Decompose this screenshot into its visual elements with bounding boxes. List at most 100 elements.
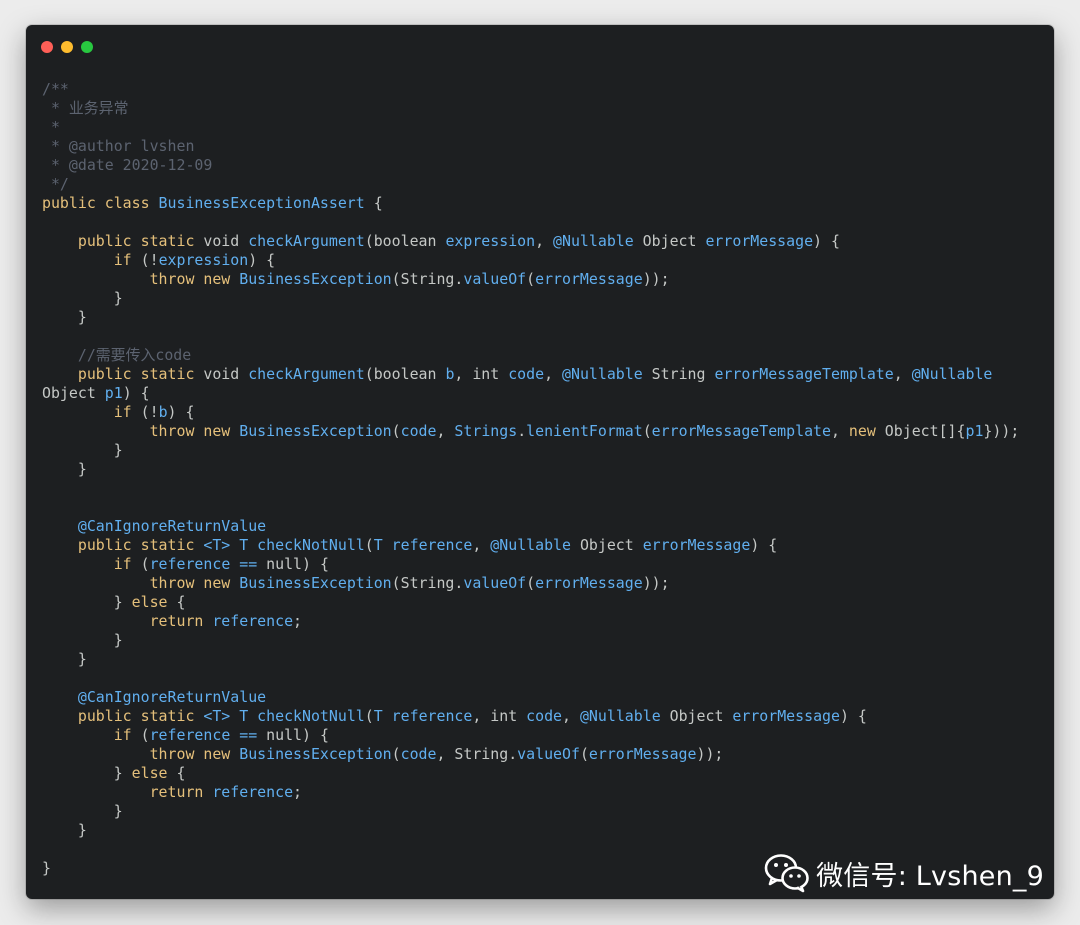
code-token: return	[42, 783, 213, 801]
code-token: (!	[140, 403, 159, 421]
code-line: if (!expression) {	[42, 251, 1019, 270]
code-token: if	[42, 726, 141, 744]
code-token: Object	[633, 232, 706, 250]
code-token: (	[642, 422, 652, 440]
code-line: throw new BusinessException(String.value…	[42, 270, 1019, 289]
code-token: T	[373, 536, 392, 554]
code-line: }	[42, 631, 1019, 650]
code-token: errorMessageTemplate	[651, 422, 831, 440]
code-token: ) {	[248, 251, 276, 269]
code-line: }	[42, 308, 1019, 327]
code-token: throw new	[42, 745, 240, 763]
code-line: }	[42, 441, 1019, 460]
code-window: /** * 业务异常 * * @author lvshen * @date 20…	[26, 25, 1054, 899]
code-token: @Nullable	[490, 536, 571, 554]
maximize-dot-icon[interactable]	[81, 41, 93, 53]
code-token: * 业务异常	[42, 99, 129, 117]
code-token: checkNotNull	[257, 536, 365, 554]
code-token: reference	[212, 612, 294, 630]
code-token: checkArgument	[248, 232, 365, 250]
code-token: * @author lvshen	[42, 137, 195, 155]
code-line: } else {	[42, 764, 1019, 783]
code-token: valueOf	[463, 574, 527, 592]
code-token: else	[131, 593, 177, 611]
code-token: BusinessException	[239, 745, 392, 763]
code-token: (!	[140, 251, 159, 269]
code-token: BusinessException	[239, 574, 392, 592]
code-token: BusinessException	[239, 422, 392, 440]
code-token: <T> T	[203, 536, 258, 554]
code-token: ,	[535, 232, 554, 250]
code-token: if	[42, 251, 141, 269]
code-token: String	[642, 365, 715, 383]
code-token: ,	[893, 365, 912, 383]
code-token: ) {	[839, 707, 867, 725]
code-token: code	[508, 365, 545, 383]
code-line: * @date 2020-12-09	[42, 156, 1019, 175]
code-token: , int	[472, 707, 527, 725]
code-token: }	[42, 308, 87, 326]
code-token: public static	[42, 536, 204, 554]
code-token: (	[364, 536, 374, 554]
code-token: ,	[562, 707, 580, 725]
code-token: Object	[570, 536, 643, 554]
code-token: @Nullable	[553, 232, 634, 250]
code-token: code	[400, 745, 437, 763]
code-token: ;	[293, 783, 302, 801]
code-token: }	[42, 593, 132, 611]
code-token: errorMessage	[732, 707, 840, 725]
code-token: public static	[42, 365, 204, 383]
code-token: errorMessageTemplate	[714, 365, 894, 383]
code-token: ,	[830, 422, 849, 440]
code-token: }	[42, 441, 123, 459]
code-line: return reference;	[42, 783, 1019, 802]
code-token: ;	[293, 612, 302, 630]
code-token: (	[140, 555, 150, 573]
code-token: reference	[391, 536, 473, 554]
close-dot-icon[interactable]	[41, 41, 53, 53]
code-line: Object p1) {	[42, 384, 1019, 403]
code-token: }));	[983, 422, 1020, 440]
code-token: (String.	[391, 270, 464, 288]
code-token: lenientFormat	[526, 422, 643, 440]
code-token: reference	[391, 707, 473, 725]
code-line: * @author lvshen	[42, 137, 1019, 156]
code-token: }	[42, 764, 132, 782]
code-token: (	[579, 745, 589, 763]
code-token: (String.	[391, 574, 464, 592]
window-controls	[41, 41, 93, 53]
code-token: ,	[472, 536, 491, 554]
code-line: }	[42, 802, 1019, 821]
code-token: }	[42, 631, 123, 649]
code-token: code	[526, 707, 563, 725]
minimize-dot-icon[interactable]	[61, 41, 73, 53]
code-token: ) {	[750, 536, 778, 554]
code-token: (boolean	[364, 232, 446, 250]
code-line: public class BusinessExceptionAssert {	[42, 194, 1019, 213]
code-line: throw new BusinessException(String.value…	[42, 574, 1019, 593]
code-token: b	[158, 403, 168, 421]
code-token: {	[176, 764, 186, 782]
code-token: .	[517, 422, 527, 440]
code-token: throw new	[42, 270, 240, 288]
code-token: reference	[212, 783, 294, 801]
wechat-icon	[764, 854, 809, 893]
code-token: , int	[454, 365, 509, 383]
code-token: Strings	[454, 422, 518, 440]
code-token: @Nullable	[579, 707, 661, 725]
code-line: public static <T> T checkNotNull(T refer…	[42, 536, 1019, 555]
code-token: }	[42, 821, 87, 839]
code-line: }	[42, 650, 1019, 669]
code-token: (	[526, 270, 536, 288]
code-token: {	[364, 194, 383, 212]
code-token: ) {	[122, 384, 150, 402]
code-token: T	[373, 707, 392, 725]
watermark: 微信号: Lvshen_9	[764, 853, 1044, 893]
code-token: errorMessage	[535, 270, 643, 288]
code-token: Object[]{	[884, 422, 966, 440]
code-token: (	[391, 422, 401, 440]
code-token: *	[42, 118, 60, 136]
